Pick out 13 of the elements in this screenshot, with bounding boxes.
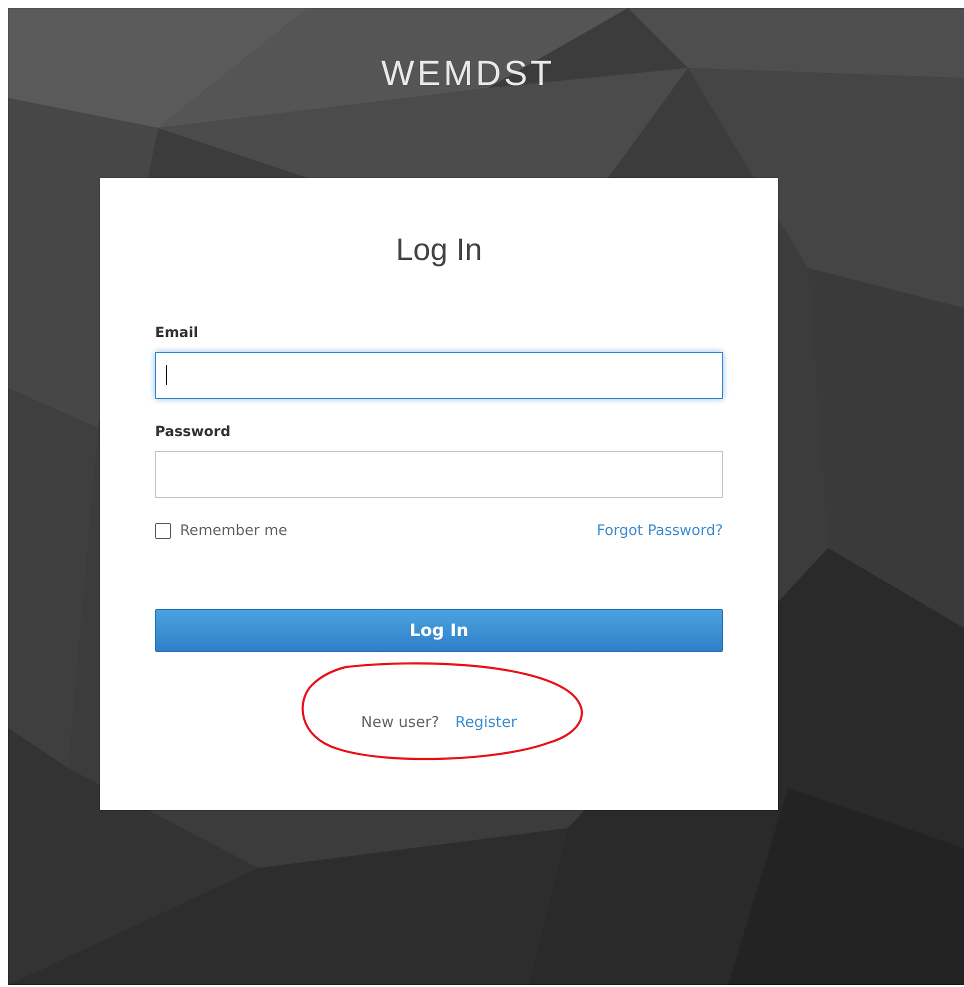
field-label: Password	[155, 423, 230, 441]
forgot-password-link[interactable]: Forgot Password?	[596, 523, 723, 539]
login-button[interactable]: Log In	[155, 609, 723, 652]
brand-logo: WEMDST	[381, 54, 555, 94]
text-cursor	[166, 365, 167, 385]
register-link[interactable]: Register	[455, 713, 517, 731]
card-title: Log In	[396, 231, 482, 269]
field-label: Email	[155, 324, 198, 342]
register-prompt: New user?	[361, 713, 440, 731]
checkbox-label: Remember me	[180, 523, 288, 539]
input-field[interactable]	[155, 352, 723, 399]
checkbox[interactable]	[155, 523, 171, 539]
input-field[interactable]	[155, 451, 723, 498]
